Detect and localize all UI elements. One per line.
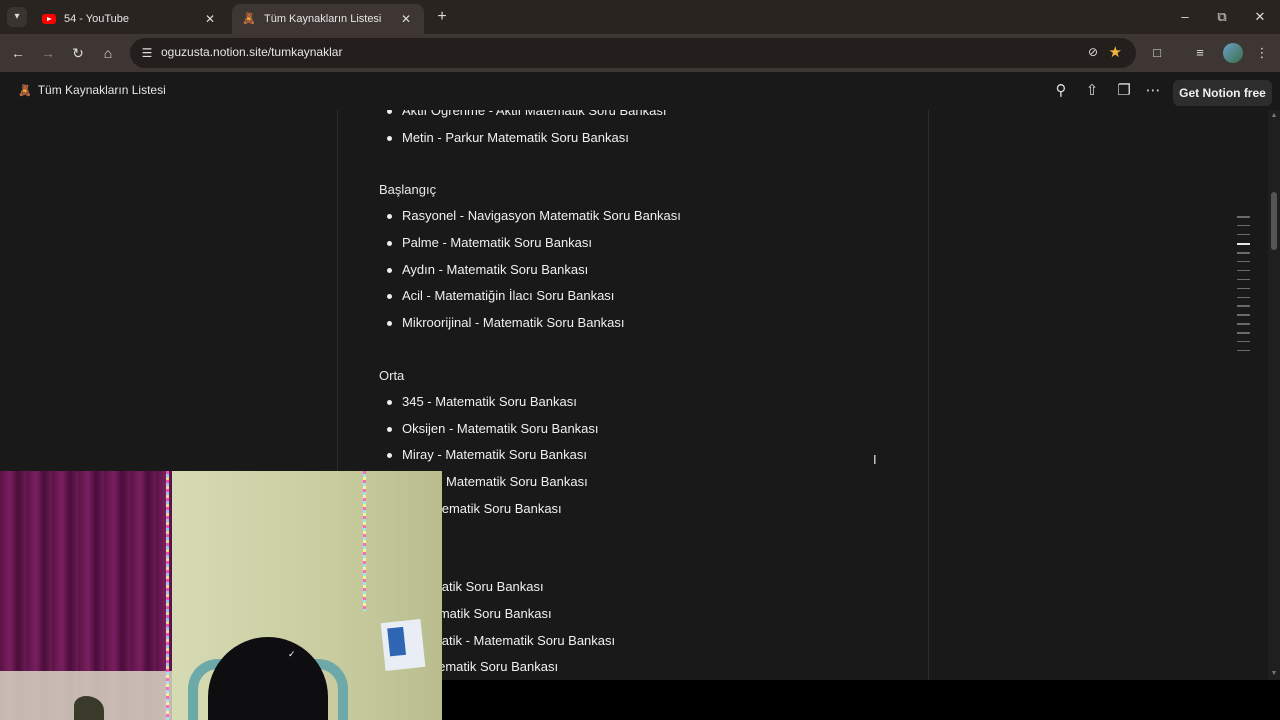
toc-marker[interactable] bbox=[1237, 349, 1250, 352]
minimize-icon[interactable]: – bbox=[1175, 8, 1195, 26]
list-item[interactable]: 345 - Matematik Soru Bankası bbox=[379, 389, 919, 416]
breadcrumb[interactable]: 🧸 Tüm Kaynakların Listesi bbox=[18, 83, 166, 97]
list-item[interactable]: Palme - Matematik Soru Bankası bbox=[379, 230, 919, 257]
back-icon[interactable]: ← bbox=[8, 43, 28, 63]
fairy-lights bbox=[363, 471, 366, 611]
tab-notion[interactable]: 🧸 Tüm Kaynakların Listesi ✕ bbox=[232, 4, 424, 34]
scroll-down-icon[interactable]: ▼ bbox=[1270, 670, 1278, 678]
list-item[interactable]: Matematik - Matematik Soru Bankası bbox=[379, 628, 919, 655]
section-list: 345 - Matematik Soru Bankası Oksijen - M… bbox=[379, 389, 919, 522]
tab-strip: ▾ 54 - YouTube ✕ 🧸 Tüm Kaynakların Liste… bbox=[0, 0, 1280, 34]
toc-marker-active[interactable] bbox=[1237, 242, 1250, 245]
tab-title: 54 - YouTube bbox=[64, 13, 130, 25]
tab-youtube[interactable]: 54 - YouTube ✕ bbox=[32, 4, 228, 34]
wall-poster bbox=[380, 619, 426, 671]
more-icon[interactable]: ⋯ bbox=[1143, 81, 1163, 101]
section-heading: Başlangıç bbox=[379, 182, 437, 198]
bookmark-star-icon[interactable]: ★ bbox=[1109, 43, 1122, 61]
page-emoji-icon: 🧸 bbox=[18, 84, 32, 97]
notion-topbar: 🧸 Tüm Kaynakların Listesi ⚲ ⇧ ❐ ⋯ Get No… bbox=[0, 72, 1280, 110]
new-tab-icon[interactable]: + bbox=[432, 7, 452, 27]
toc-marker[interactable] bbox=[1237, 278, 1250, 281]
scroll-up-icon[interactable]: ▲ bbox=[1270, 112, 1278, 120]
list-item[interactable]: Aydın - Matematik Soru Bankası bbox=[379, 257, 919, 284]
toc-marker[interactable] bbox=[1237, 340, 1250, 343]
toc-marker[interactable] bbox=[1237, 305, 1250, 307]
scrollbar-thumb[interactable] bbox=[1271, 192, 1277, 250]
list-item[interactable]: k - Matematik Soru Bankası bbox=[379, 496, 919, 523]
url-text[interactable]: oguzusta.notion.site/tumkaynaklar bbox=[161, 45, 342, 59]
toc-marker[interactable] bbox=[1237, 260, 1250, 263]
toc-marker[interactable] bbox=[1237, 314, 1250, 316]
toc-marker[interactable] bbox=[1237, 252, 1250, 254]
toc-marker[interactable] bbox=[1237, 332, 1250, 334]
section-heading: Orta bbox=[379, 367, 405, 383]
notion-page-icon: 🧸 bbox=[242, 13, 256, 25]
media-control-icon[interactable]: ≡ bbox=[1190, 43, 1210, 63]
extensions-icon[interactable]: □ bbox=[1147, 43, 1167, 63]
profile-avatar[interactable] bbox=[1223, 43, 1243, 63]
list-item[interactable]: Matematik Soru Bankası bbox=[379, 574, 919, 601]
list-item[interactable]: Aktif Öğrenme - Aktif Matematik Soru Ban… bbox=[379, 110, 919, 125]
browser-menu-icon[interactable]: ⋮ bbox=[1252, 43, 1272, 63]
document-body: Aktif Öğrenme - Aktif Matematik Soru Ban… bbox=[379, 110, 919, 680]
text-cursor-icon: I bbox=[873, 452, 877, 467]
site-info-icon[interactable]: ☰ bbox=[139, 45, 155, 61]
toc-marker[interactable] bbox=[1237, 296, 1250, 299]
toc-marker[interactable] bbox=[1237, 269, 1250, 272]
list-item[interactable]: Acil - Matematiğin İlacı Soru Bankası bbox=[379, 283, 919, 310]
webcam-overlay: ✓ bbox=[0, 471, 442, 720]
fairy-lights bbox=[166, 471, 169, 720]
address-bar[interactable]: ☰ oguzusta.notion.site/tumkaynaklar ⊘ ★ bbox=[130, 38, 1136, 68]
section-heading bbox=[379, 548, 919, 574]
restore-icon[interactable]: ⧉ bbox=[1212, 8, 1232, 26]
duplicate-icon[interactable]: ❐ bbox=[1114, 81, 1134, 101]
browser-toolbar: ← → ↻ ⌂ ☰ oguzusta.notion.site/tumkaynak… bbox=[0, 34, 1280, 72]
toc-marker[interactable] bbox=[1237, 224, 1250, 227]
brand-logo-icon: ✓ bbox=[288, 649, 296, 659]
section-list: Rasyonel - Navigasyon Matematik Soru Ban… bbox=[379, 203, 919, 336]
list-item[interactable]: Oksijen - Matematik Soru Bankası bbox=[379, 416, 919, 443]
section-list: Matematik Soru Bankası - Matematik Soru … bbox=[379, 574, 919, 680]
close-icon[interactable]: ✕ bbox=[398, 12, 414, 26]
close-icon[interactable]: ✕ bbox=[202, 12, 218, 26]
list-item[interactable]: Mikroorijinal - Matematik Soru Bankası bbox=[379, 310, 919, 337]
scrollbar[interactable]: ▲ ▼ bbox=[1268, 110, 1280, 680]
window-close-icon[interactable]: ✕ bbox=[1250, 8, 1270, 26]
tab-title: Tüm Kaynakların Listesi bbox=[264, 13, 382, 25]
list-item[interactable]: - Matematik Soru Bankası bbox=[379, 601, 919, 628]
list-item[interactable]: Rasyonel - Navigasyon Matematik Soru Ban… bbox=[379, 203, 919, 230]
top-list: Aktif Öğrenme - Aktif Matematik Soru Ban… bbox=[379, 110, 919, 151]
home-icon[interactable]: ⌂ bbox=[98, 43, 118, 63]
search-icon[interactable]: ⚲ bbox=[1051, 81, 1071, 101]
youtube-icon bbox=[42, 12, 56, 26]
tab-search-icon[interactable]: ▾ bbox=[7, 7, 27, 27]
toc-marker[interactable] bbox=[1237, 323, 1250, 325]
column-divider bbox=[928, 110, 929, 680]
list-item[interactable]: Miray - Matematik Soru Bankası bbox=[379, 442, 919, 469]
page-title: Tüm Kaynakların Listesi bbox=[37, 83, 166, 97]
forward-icon[interactable]: → bbox=[38, 43, 58, 63]
eye-off-icon[interactable]: ⊘ bbox=[1088, 45, 1098, 59]
toc-marker[interactable] bbox=[1237, 216, 1250, 218]
list-item[interactable]: armal - Matematik Soru Bankası bbox=[379, 469, 919, 496]
toc-marker[interactable] bbox=[1237, 233, 1250, 236]
list-item[interactable]: Metin - Parkur Matematik Soru Bankası bbox=[379, 125, 919, 152]
reload-icon[interactable]: ↻ bbox=[68, 43, 88, 63]
list-item[interactable]: l - Matematik Soru Bankası bbox=[379, 654, 919, 680]
get-notion-free-button[interactable]: Get Notion free bbox=[1173, 80, 1272, 106]
share-icon[interactable]: ⇧ bbox=[1082, 81, 1102, 101]
table-of-contents-minimap[interactable] bbox=[1237, 216, 1251, 359]
toc-marker[interactable] bbox=[1237, 287, 1250, 290]
